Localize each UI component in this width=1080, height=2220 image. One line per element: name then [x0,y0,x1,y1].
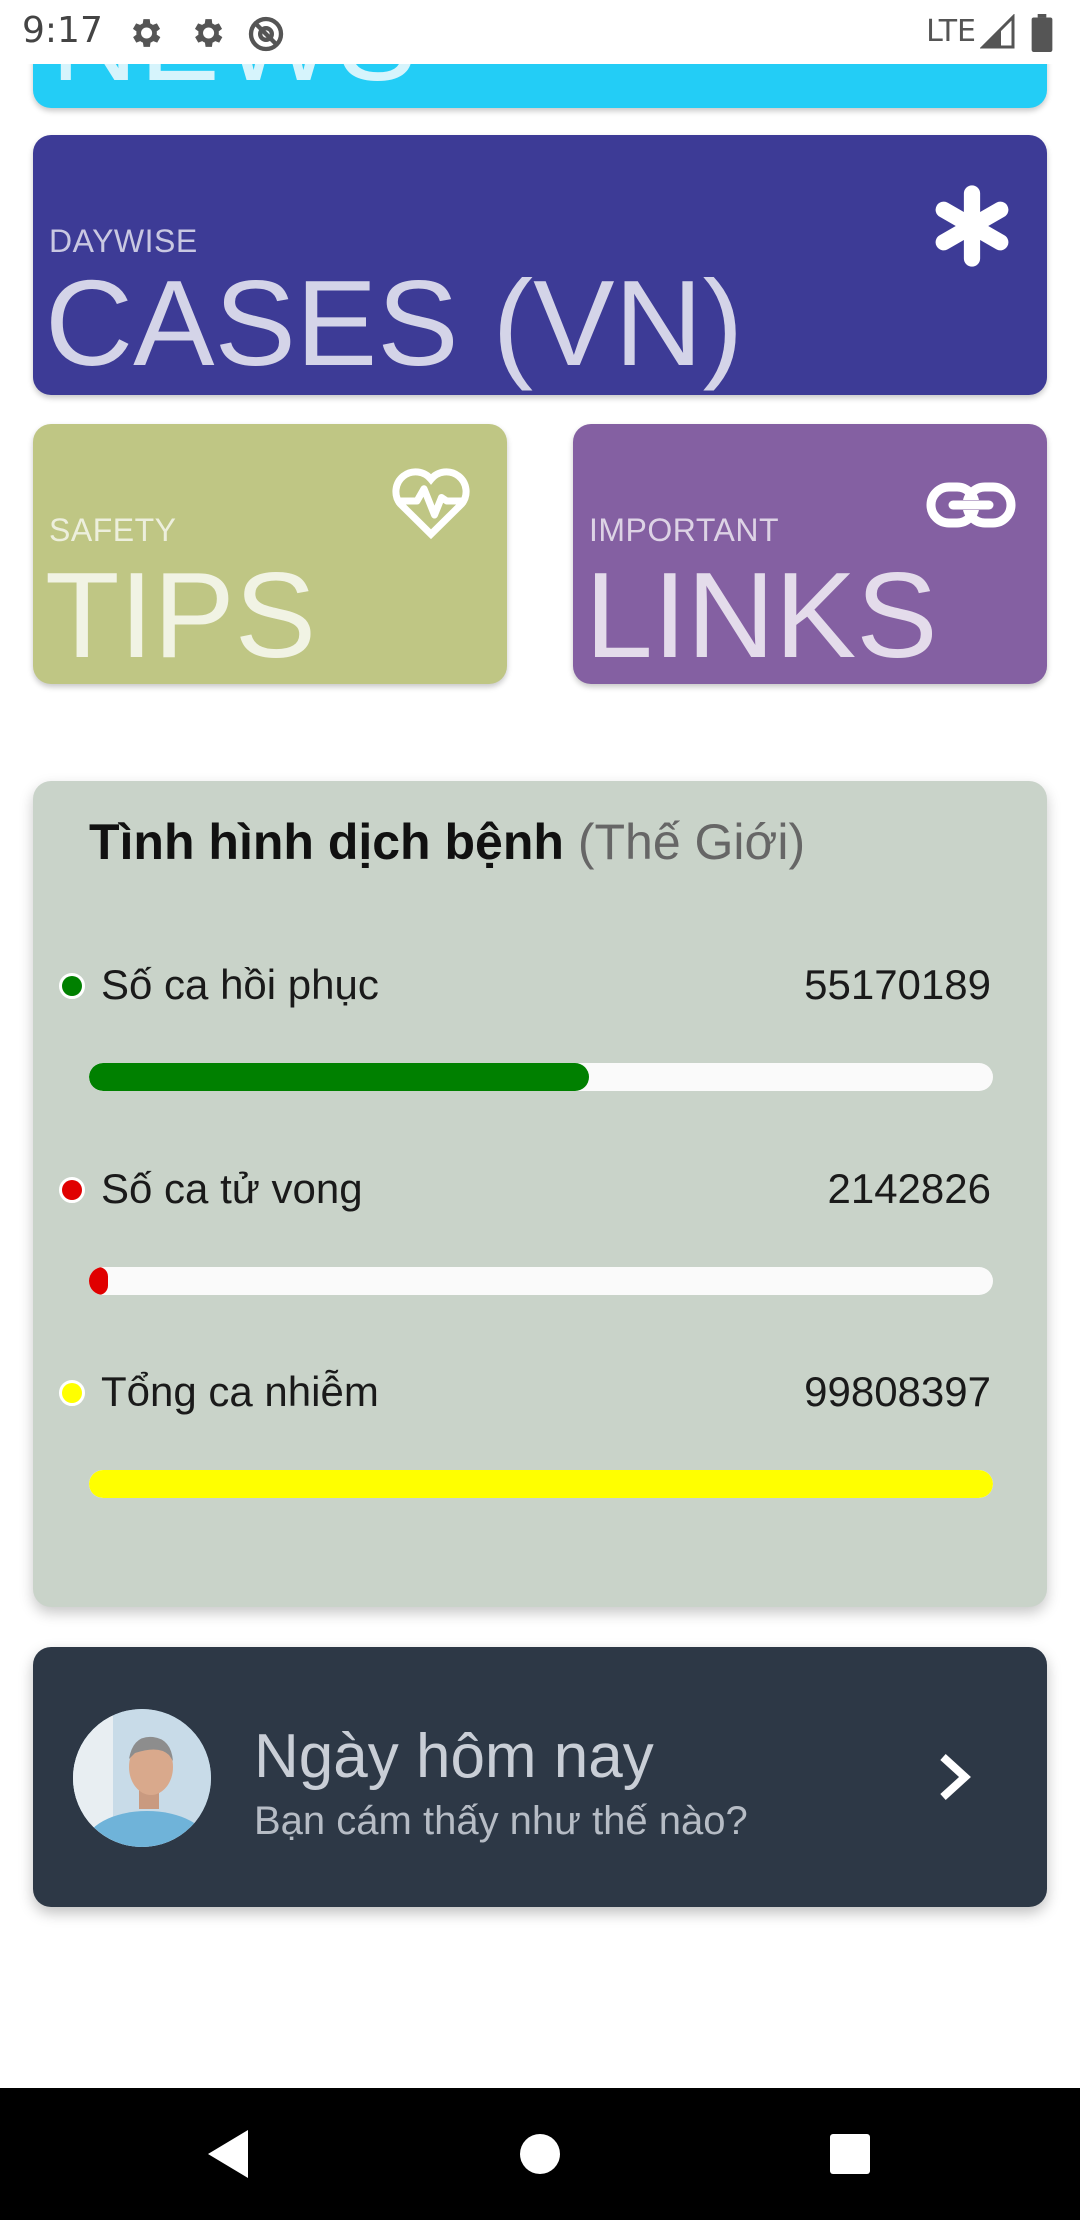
stats-heading: Tình hình dịch bệnh (Thế Giới) [89,813,805,871]
cases-tile[interactable]: DAYWISE CASES (VN) [33,135,1047,395]
link-icon [926,482,1016,528]
important-links-tile[interactable]: IMPORTANT LINKS [573,424,1047,684]
recovered-progress-bar [89,1063,993,1091]
status-time: 9:17 [22,10,103,51]
screen: 9:17 LTE NEWS DAYWISE CASES (VN) [0,0,1080,2220]
stat-row-total: Tổng ca nhiễm 99808397 [33,1348,1047,1508]
tips-label: SAFETY [49,512,177,548]
total-progress-fill [89,1470,993,1498]
patient-avatar [73,1709,211,1847]
total-progress-bar [89,1470,993,1498]
total-dot [59,1380,85,1406]
settings-icon [194,19,223,47]
deaths-progress-fill [89,1267,109,1295]
total-label: Tổng ca nhiễm [101,1368,379,1415]
deaths-label: Số ca tử vong [101,1165,363,1212]
asterisk-icon [935,185,1009,267]
feeling-title: Ngày hôm nay [254,1722,654,1791]
battery-icon [1031,14,1053,52]
tips-title: TIPS [45,547,317,683]
status-bar: 9:17 LTE [0,0,1080,64]
data-saver-icon [248,16,284,52]
network-type: LTE [926,14,976,49]
chevron-right-icon[interactable] [935,1751,975,1803]
feeling-subtitle: Bạn cám thấy như thế nào? [254,1799,748,1843]
recovered-value: 55170189 [804,961,991,1008]
recents-icon[interactable] [828,2128,872,2180]
recovered-progress-fill [89,1063,589,1091]
recovered-dot [59,973,85,999]
deaths-dot [59,1177,85,1203]
total-value: 99808397 [804,1368,991,1415]
settings-icon [132,19,161,47]
feeling-today-card[interactable]: Ngày hôm nay Bạn cám thấy như thế nào? [33,1647,1047,1907]
heart-pulse-icon [392,468,470,540]
recovered-label: Số ca hồi phục [101,961,379,1008]
deaths-progress-bar [89,1267,993,1295]
deaths-value: 2142826 [827,1165,991,1212]
cases-title: CASES (VN) [45,255,744,391]
back-icon[interactable] [204,2128,252,2180]
home-icon[interactable] [518,2128,562,2180]
stat-row-recovered: Số ca hồi phục 55170189 [33,941,1047,1101]
stats-subtitle: (Thế Giới) [577,814,806,870]
stats-title: Tình hình dịch bệnh [89,814,564,870]
signal-icon [980,14,1015,49]
world-stats-card: Tình hình dịch bệnh (Thế Giới) Số ca hồi… [33,781,1047,1607]
links-title: LINKS [585,547,938,683]
safety-tips-tile[interactable]: SAFETY TIPS [33,424,507,684]
stat-row-deaths: Số ca tử vong 2142826 [33,1145,1047,1305]
links-label: IMPORTANT [589,512,779,548]
navigation-bar [0,2088,1080,2220]
